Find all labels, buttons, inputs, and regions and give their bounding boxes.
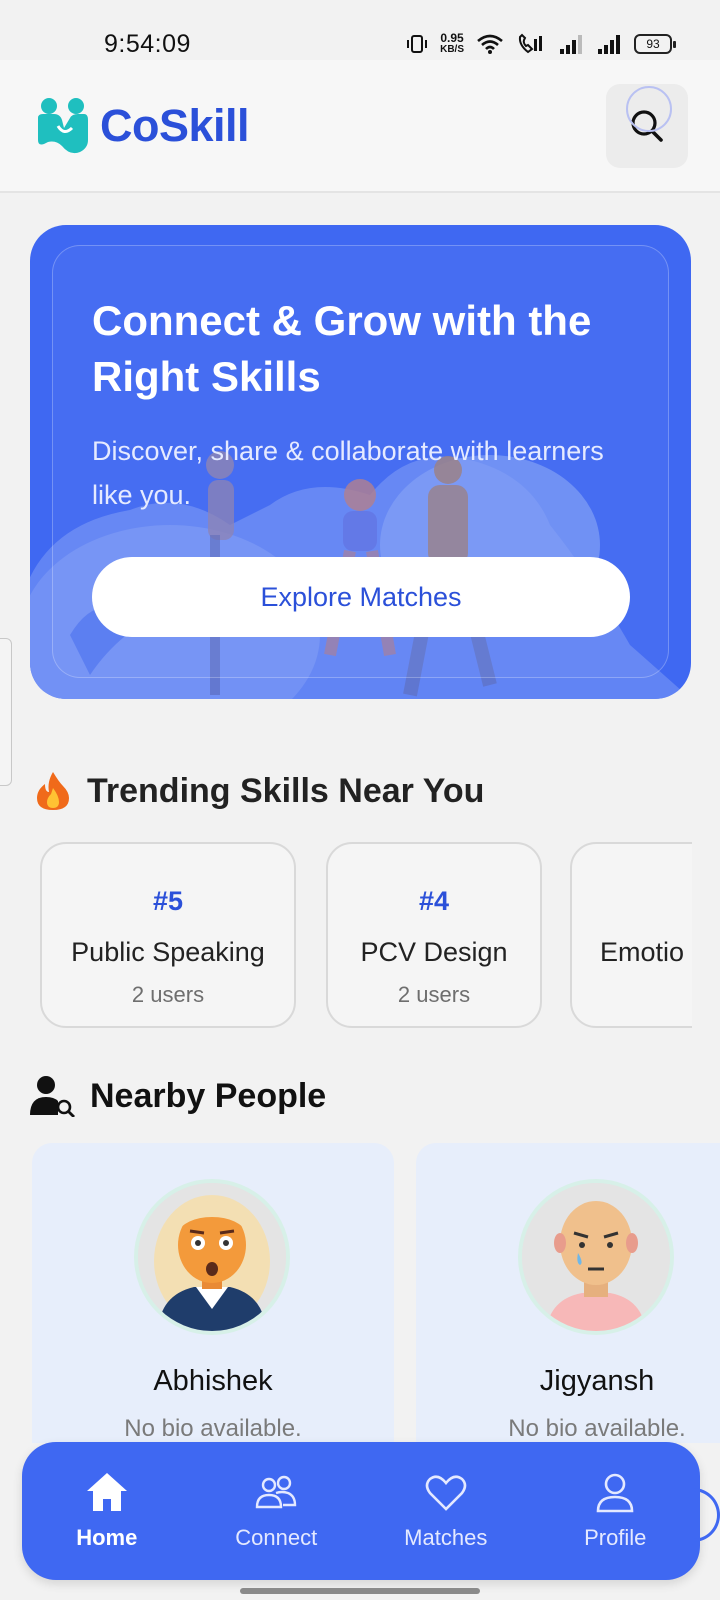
app-header: CoSkill xyxy=(0,60,720,193)
hero-title: Connect & Grow with the Right Skills xyxy=(92,297,592,400)
hero-subtitle: Discover, share & collaborate with learn… xyxy=(92,436,604,510)
volte-call-icon xyxy=(518,33,542,54)
heart-icon xyxy=(425,1475,467,1511)
fire-icon xyxy=(37,772,69,810)
app-logo[interactable]: CoSkill xyxy=(34,96,250,156)
bottom-navigation: Home Connect Matches Profile xyxy=(22,1442,700,1580)
nearby-people-header: Nearby People xyxy=(30,1075,326,1117)
avatar xyxy=(134,1179,290,1335)
user-icon xyxy=(596,1473,634,1513)
skill-users: 2 users xyxy=(397,982,471,1007)
nav-label: Profile xyxy=(584,1525,647,1550)
skill-rank: #5 xyxy=(152,886,184,916)
network-speed-value: 0.95 xyxy=(440,31,464,45)
explore-matches-button[interactable]: Explore Matches xyxy=(92,557,630,637)
home-icon xyxy=(86,1473,127,1511)
nav-connect[interactable]: Connect xyxy=(201,1471,351,1551)
status-bar: 9:54:09 0.95 KB/S 93 xyxy=(0,0,720,60)
network-speed-unit: KB/S xyxy=(440,44,464,55)
edge-panel-handle[interactable] xyxy=(0,638,12,786)
signal-sim2-icon xyxy=(598,35,620,54)
wifi-icon xyxy=(477,34,503,54)
trending-skills-title: Trending Skills Near You xyxy=(87,771,485,810)
nav-label: Connect xyxy=(235,1525,318,1550)
skill-card[interactable]: #4 PCV Design 2 users xyxy=(326,842,542,1028)
floating-action-peek[interactable] xyxy=(690,1488,720,1542)
avatar-image xyxy=(522,1183,670,1331)
skill-users: 2 users xyxy=(131,982,205,1007)
person-card[interactable]: Jigyansh No bio available. xyxy=(416,1143,720,1443)
battery-indicator: 93 xyxy=(634,34,676,54)
person-bio: No bio available. xyxy=(508,1415,686,1442)
people-icon xyxy=(256,1475,297,1509)
nav-label: Home xyxy=(76,1525,138,1550)
search-button[interactable] xyxy=(606,84,688,168)
skill-name: PCV Design xyxy=(360,937,508,967)
nearby-people-list: Abhishek No bio available. Jigyansh No b… xyxy=(32,1143,720,1443)
trending-skills-list: #5 Public Speaking 2 users #4 PCV Design… xyxy=(30,838,692,1038)
network-speed: 0.95 KB/S xyxy=(440,31,464,55)
nearby-people-title: Nearby People xyxy=(90,1076,327,1115)
skill-card[interactable]: Emotio xyxy=(570,842,692,1028)
signal-sim1-icon xyxy=(560,35,582,54)
nav-home[interactable]: Home xyxy=(32,1471,182,1551)
hero-banner: Connect & Grow with the Right Skills Dis… xyxy=(30,225,691,699)
skill-name: Emotio xyxy=(600,937,685,967)
status-icons: 0.95 KB/S 93 xyxy=(406,31,676,55)
avatar-image xyxy=(138,1183,286,1331)
skill-rank: #4 xyxy=(418,886,450,916)
nav-profile[interactable]: Profile xyxy=(540,1471,690,1551)
vibrate-icon xyxy=(407,35,428,53)
person-name: Jigyansh xyxy=(539,1365,655,1397)
skill-rank xyxy=(572,886,692,917)
person-bio: No bio available. xyxy=(124,1415,302,1442)
coskill-logo-icon xyxy=(38,98,88,154)
skill-name: Public Speaking xyxy=(71,937,265,967)
avatar xyxy=(518,1179,674,1335)
person-name: Abhishek xyxy=(153,1365,273,1397)
nav-matches[interactable]: Matches xyxy=(371,1471,521,1551)
status-time: 9:54:09 xyxy=(104,30,191,58)
app-name: CoSkill xyxy=(100,100,250,151)
person-search-icon xyxy=(30,1076,75,1117)
touch-ripple xyxy=(626,86,672,132)
nav-label: Matches xyxy=(404,1525,488,1550)
skill-card[interactable]: #5 Public Speaking 2 users xyxy=(40,842,296,1028)
person-card[interactable]: Abhishek No bio available. xyxy=(32,1143,394,1443)
home-indicator[interactable] xyxy=(240,1588,480,1594)
trending-skills-header: Trending Skills Near You xyxy=(33,770,484,812)
